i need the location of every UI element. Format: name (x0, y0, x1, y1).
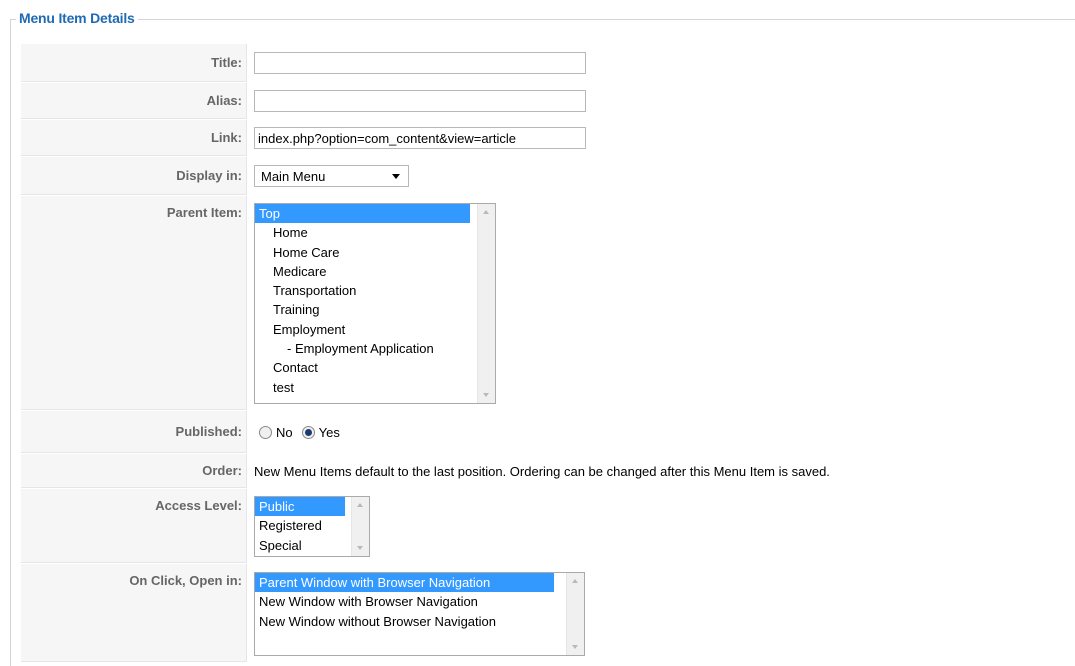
row-access-level: Access Level: Public Registered Special (21, 489, 1071, 563)
display-in-select[interactable]: Main Menu (254, 165, 409, 187)
display-in-label: Display in: (21, 157, 247, 195)
row-on-click: On Click, Open in: Parent Window with Br… (21, 564, 1071, 662)
list-option[interactable]: Training (255, 300, 470, 319)
published-yes-radio[interactable] (301, 425, 315, 439)
scroll-up-icon[interactable] (572, 579, 578, 583)
scroll-up-icon[interactable] (483, 210, 489, 214)
title-label: Title: (21, 44, 247, 82)
row-display-in: Display in: Main Menu (21, 157, 1071, 195)
row-title: Title: (21, 44, 1071, 82)
list-option[interactable]: Employment (255, 320, 470, 339)
list-option[interactable]: Medicare (255, 262, 470, 281)
list-option[interactable]: Parent Window with Browser Navigation (255, 573, 554, 593)
chevron-down-icon (392, 174, 400, 179)
published-no-radio[interactable] (259, 425, 272, 439)
row-order: Order: New Menu Items default to the las… (21, 454, 1071, 488)
access-level-listbox[interactable]: Public Registered Special (254, 496, 370, 557)
scroll-down-icon[interactable] (357, 546, 363, 550)
on-click-scrollbar[interactable] (566, 573, 584, 655)
list-option[interactable]: Special (255, 536, 345, 555)
list-option[interactable]: test (255, 378, 470, 397)
published-label: Published: (21, 411, 247, 453)
on-click-listbox[interactable]: Parent Window with Browser Navigation New… (254, 572, 585, 656)
row-link: Link: (21, 120, 1071, 156)
scroll-down-icon[interactable] (483, 393, 489, 397)
scroll-down-icon[interactable] (572, 645, 578, 649)
list-option[interactable]: Transportation (255, 281, 470, 300)
list-option[interactable]: - Employment Application (255, 339, 470, 358)
alias-input[interactable] (254, 90, 586, 112)
link-input[interactable] (254, 127, 586, 149)
list-option[interactable]: Top (255, 204, 470, 224)
list-option[interactable]: New Window without Browser Navigation (255, 612, 554, 631)
link-label: Link: (21, 120, 247, 156)
parent-item-scrollbar[interactable] (477, 204, 495, 403)
order-note: New Menu Items default to the last posit… (254, 463, 830, 479)
access-level-label: Access Level: (21, 489, 247, 563)
fieldset-border (10, 19, 1075, 20)
list-option[interactable]: New Window with Browser Navigation (255, 592, 554, 611)
on-click-label: On Click, Open in: (21, 564, 247, 662)
row-published: Published: No Yes (21, 411, 1071, 453)
display-in-selected: Main Menu (261, 169, 326, 184)
published-radio-group: No Yes (259, 411, 349, 453)
published-no-label: No (276, 424, 293, 440)
list-option[interactable]: Public (255, 497, 345, 517)
fieldset-legend: Menu Item Details (16, 10, 138, 26)
list-option[interactable]: Home Care (255, 243, 470, 262)
published-yes-label: Yes (318, 424, 340, 440)
fieldset-border-left (10, 19, 11, 666)
row-parent-item: Parent Item: Top Home Home Care Medicare Tra… (21, 196, 1071, 410)
list-option[interactable]: Registered (255, 516, 345, 535)
parent-item-label: Parent Item: (21, 196, 247, 410)
scroll-up-icon[interactable] (357, 503, 363, 507)
alias-label: Alias: (21, 83, 247, 119)
title-input[interactable] (254, 52, 586, 74)
list-option[interactable]: Home (255, 223, 470, 242)
list-option[interactable]: Contact (255, 358, 470, 377)
parent-item-listbox[interactable]: Top Home Home Care Medicare Transportation Tr… (254, 203, 496, 404)
row-alias: Alias: (21, 83, 1071, 119)
access-level-scrollbar[interactable] (351, 497, 369, 556)
order-label: Order: (21, 454, 247, 488)
